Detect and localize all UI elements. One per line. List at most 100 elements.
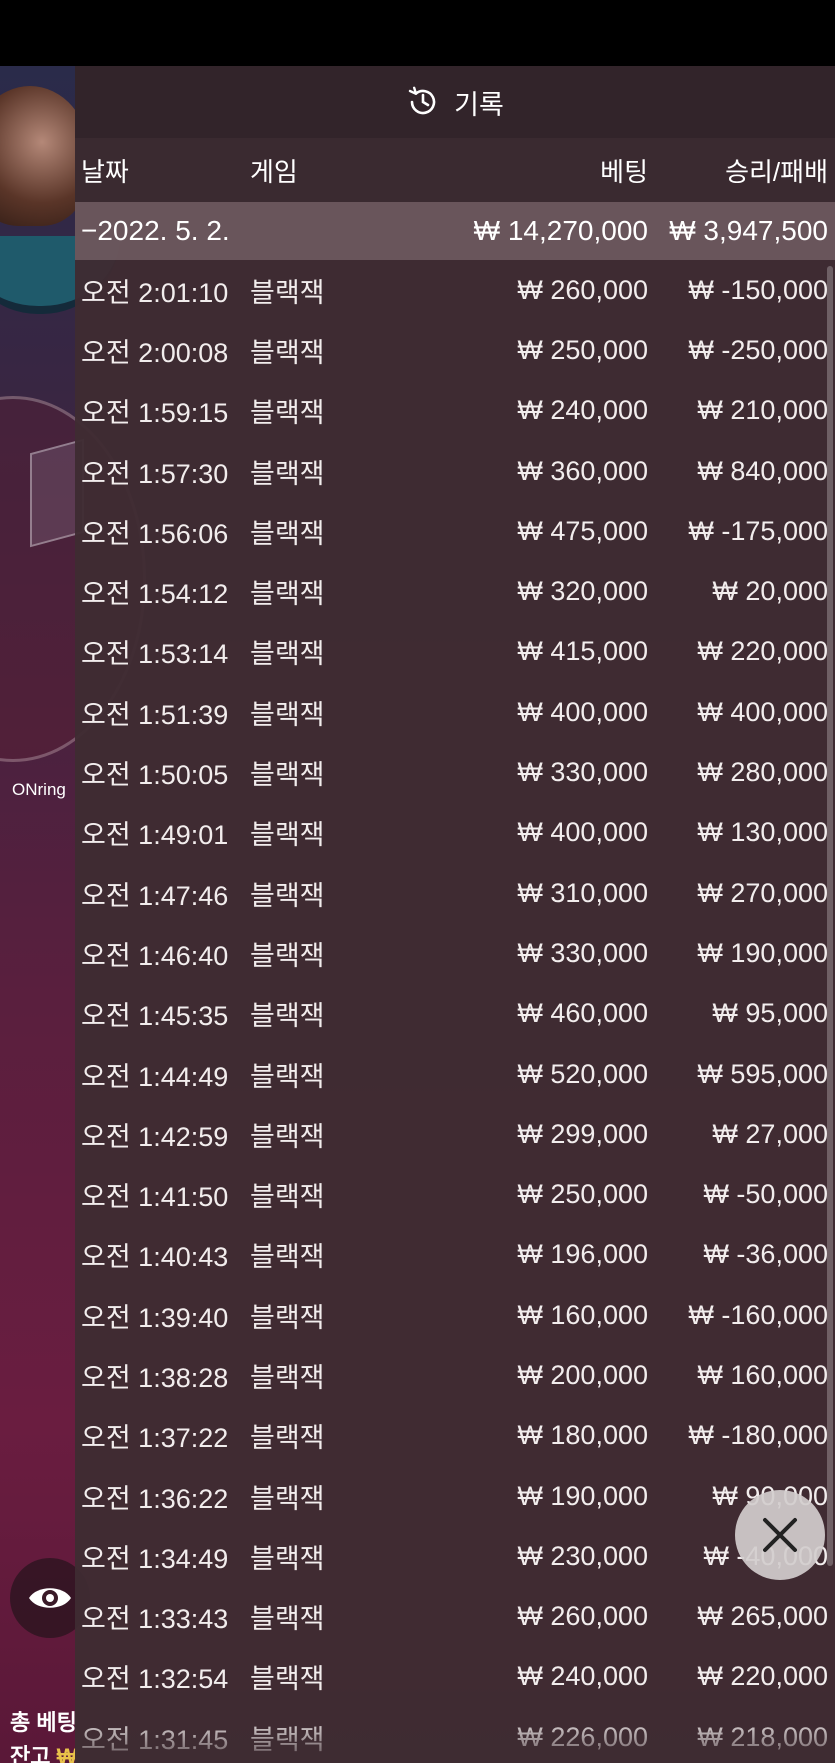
- row-bet: ₩ 250,000: [517, 334, 648, 365]
- row-game: 블랙잭: [250, 337, 325, 368]
- table-row: 오전 1:37:22 블랙잭 ₩ 180,000 ₩ -180,000: [75, 1406, 835, 1466]
- row-game: 블랙잭: [250, 699, 325, 730]
- row-bet: ₩ 250,000: [517, 1179, 648, 1210]
- table-row: 오전 1:34:49블랙잭₩ 230,000₩ -40,000: [75, 1526, 835, 1586]
- row-bet: ₩ 196,000: [517, 1239, 648, 1270]
- row-time: 오전 1:33:43: [81, 1604, 229, 1635]
- row-game: 블랙잭: [250, 1302, 325, 1333]
- table-row: 오전 1:40:43 블랙잭 ₩ 196,000 ₩ -36,000: [75, 1225, 835, 1285]
- row-result: ₩ -250,000: [688, 334, 828, 365]
- history-list: 오전 2:01:10 블랙잭 ₩ 260,000 ₩ -150,000 오전 2:00:…: [75, 260, 835, 1763]
- balance-label: 잔고: [10, 1744, 51, 1763]
- row-game: 블랙잭: [250, 1483, 325, 1514]
- close-icon: [763, 1518, 797, 1552]
- column-game: 게임: [250, 156, 298, 187]
- row-game: 블랙잭: [250, 518, 325, 549]
- column-win-loss: 승리/패배: [725, 156, 828, 187]
- row-bet: ₩ 260,000: [517, 1601, 648, 1632]
- row-game: 블랙잭: [250, 1423, 325, 1454]
- row-bet: ₩ 240,000: [517, 395, 648, 426]
- row-time: 오전 1:54:12: [81, 579, 229, 610]
- row-game: 블랙잭: [250, 1543, 325, 1574]
- table-row: 오전 1:33:43 블랙잭 ₩ 260,000 ₩ 265,000: [75, 1587, 835, 1647]
- row-result: ₩ 265,000: [697, 1601, 828, 1632]
- row-game: 블랙잭: [250, 639, 325, 670]
- row-bet: ₩ 475,000: [517, 515, 648, 546]
- row-bet: ₩ 460,000: [517, 998, 648, 1029]
- total-bet-label: 총 베팅: [10, 1710, 77, 1735]
- row-bet: ₩ 320,000: [517, 576, 648, 607]
- row-result: ₩ 220,000: [697, 1661, 828, 1692]
- row-time: 오전 1:49:01: [81, 820, 229, 851]
- row-game: 블랙잭: [250, 1362, 325, 1393]
- row-time: 오전 1:59:15: [81, 398, 229, 429]
- table-row: 오전 1:41:50 블랙잭 ₩ 250,000 ₩ -50,000: [75, 1164, 835, 1224]
- table-row: 오전 1:42:59 블랙잭 ₩ 299,000 ₩ 27,000: [75, 1104, 835, 1164]
- row-game: 블랙잭: [250, 579, 325, 610]
- row-result: ₩ 840,000: [697, 455, 828, 486]
- row-time: 오전 2:00:08: [81, 337, 229, 368]
- table-row: 오전 1:38:28 블랙잭 ₩ 200,000 ₩ 160,000: [75, 1345, 835, 1405]
- table-row: 오전 2:01:10 블랙잭 ₩ 260,000 ₩ -150,000: [75, 260, 835, 320]
- row-time: 오전 1:46:40: [81, 940, 229, 971]
- row-time: 오전 1:36:22: [81, 1483, 229, 1514]
- row-result: ₩ 210,000: [697, 395, 828, 426]
- row-game: 블랙잭: [250, 760, 325, 791]
- row-bet: ₩ 190,000: [517, 1480, 648, 1511]
- row-result: ₩ -175,000: [688, 515, 828, 546]
- row-game: 블랙잭: [250, 1001, 325, 1032]
- row-result: ₩ -50,000: [703, 1179, 828, 1210]
- row-game: 블랙잭: [250, 1061, 325, 1092]
- table-row: 오전 1:39:40 블랙잭 ₩ 160,000 ₩ -160,000: [75, 1285, 835, 1345]
- date-group-row[interactable]: −2022. 5. 2. ₩ 14,270,000 ₩ 3,947,500: [75, 202, 835, 260]
- row-game: 블랙잭: [250, 820, 325, 851]
- row-result: ₩ -160,000: [688, 1299, 828, 1330]
- row-bet: ₩ 330,000: [517, 757, 648, 788]
- table-row: 오전 2:00:08 블랙잭 ₩ 250,000 ₩ -250,000: [75, 320, 835, 380]
- row-result: ₩ 270,000: [697, 877, 828, 908]
- row-time: 오전 1:53:14: [81, 639, 229, 670]
- row-game: 블랙잭: [250, 398, 325, 429]
- row-time: 오전 1:37:22: [81, 1423, 229, 1454]
- row-time: 오전 1:32:54: [81, 1664, 229, 1695]
- scrollbar[interactable]: [827, 266, 833, 1566]
- close-button[interactable]: [735, 1490, 825, 1580]
- table-row: 오전 1:56:06 블랙잭 ₩ 475,000 ₩ -175,000: [75, 501, 835, 561]
- row-bet: ₩ 240,000: [517, 1661, 648, 1692]
- row-result: ₩ -180,000: [688, 1420, 828, 1451]
- row-bet: ₩ 400,000: [517, 817, 648, 848]
- table-row: 오전 1:51:39 블랙잭 ₩ 400,000 ₩ 400,000: [75, 682, 835, 742]
- row-result: ₩ 280,000: [697, 757, 828, 788]
- panel-title: 기록: [454, 89, 504, 120]
- row-result: ₩ -36,000: [703, 1239, 828, 1270]
- eye-icon: [29, 1588, 71, 1608]
- row-bet: ₩ 400,000: [517, 696, 648, 727]
- row-time: 오전 1:47:46: [81, 880, 229, 911]
- row-result: ₩ 27,000: [712, 1118, 828, 1149]
- column-date: 날짜: [81, 156, 129, 187]
- row-time: 오전 1:39:40: [81, 1302, 229, 1333]
- row-bet: ₩ 330,000: [517, 937, 648, 968]
- row-time: 오전 1:41:50: [81, 1182, 229, 1213]
- row-time: 오전 2:01:10: [81, 277, 229, 308]
- table-row: 오전 1:44:49 블랙잭 ₩ 520,000 ₩ 595,000: [75, 1044, 835, 1104]
- table-row: 오전 1:46:40 블랙잭 ₩ 330,000 ₩ 190,000: [75, 923, 835, 983]
- table-row: 오전 1:47:46 블랙잭 ₩ 310,000 ₩ 270,000: [75, 863, 835, 923]
- table-row: 오전 1:45:35 블랙잭 ₩ 460,000 ₩ 95,000: [75, 984, 835, 1044]
- table-row: 오전 1:53:14 블랙잭 ₩ 415,000 ₩ 220,000: [75, 622, 835, 682]
- date-group-bet-total: ₩ 14,270,000: [473, 215, 648, 246]
- row-bet: ₩ 520,000: [517, 1058, 648, 1089]
- row-time: 오전 1:51:39: [81, 699, 229, 730]
- row-game: 블랙잭: [250, 1604, 325, 1635]
- table-row: 오전 1:59:15 블랙잭 ₩ 240,000 ₩ 210,000: [75, 381, 835, 441]
- row-game: 블랙잭: [250, 1242, 325, 1273]
- row-result: ₩ 20,000: [712, 576, 828, 607]
- row-bet: ₩ 415,000: [517, 636, 648, 667]
- row-bet: ₩ 160,000: [517, 1299, 648, 1330]
- row-result: ₩ 190,000: [697, 937, 828, 968]
- row-result: ₩ 130,000: [697, 817, 828, 848]
- row-bet: ₩ 180,000: [517, 1420, 648, 1451]
- row-result: ₩ 595,000: [697, 1058, 828, 1089]
- row-game: 블랙잭: [250, 1182, 325, 1213]
- brand-label: ONring: [12, 780, 66, 799]
